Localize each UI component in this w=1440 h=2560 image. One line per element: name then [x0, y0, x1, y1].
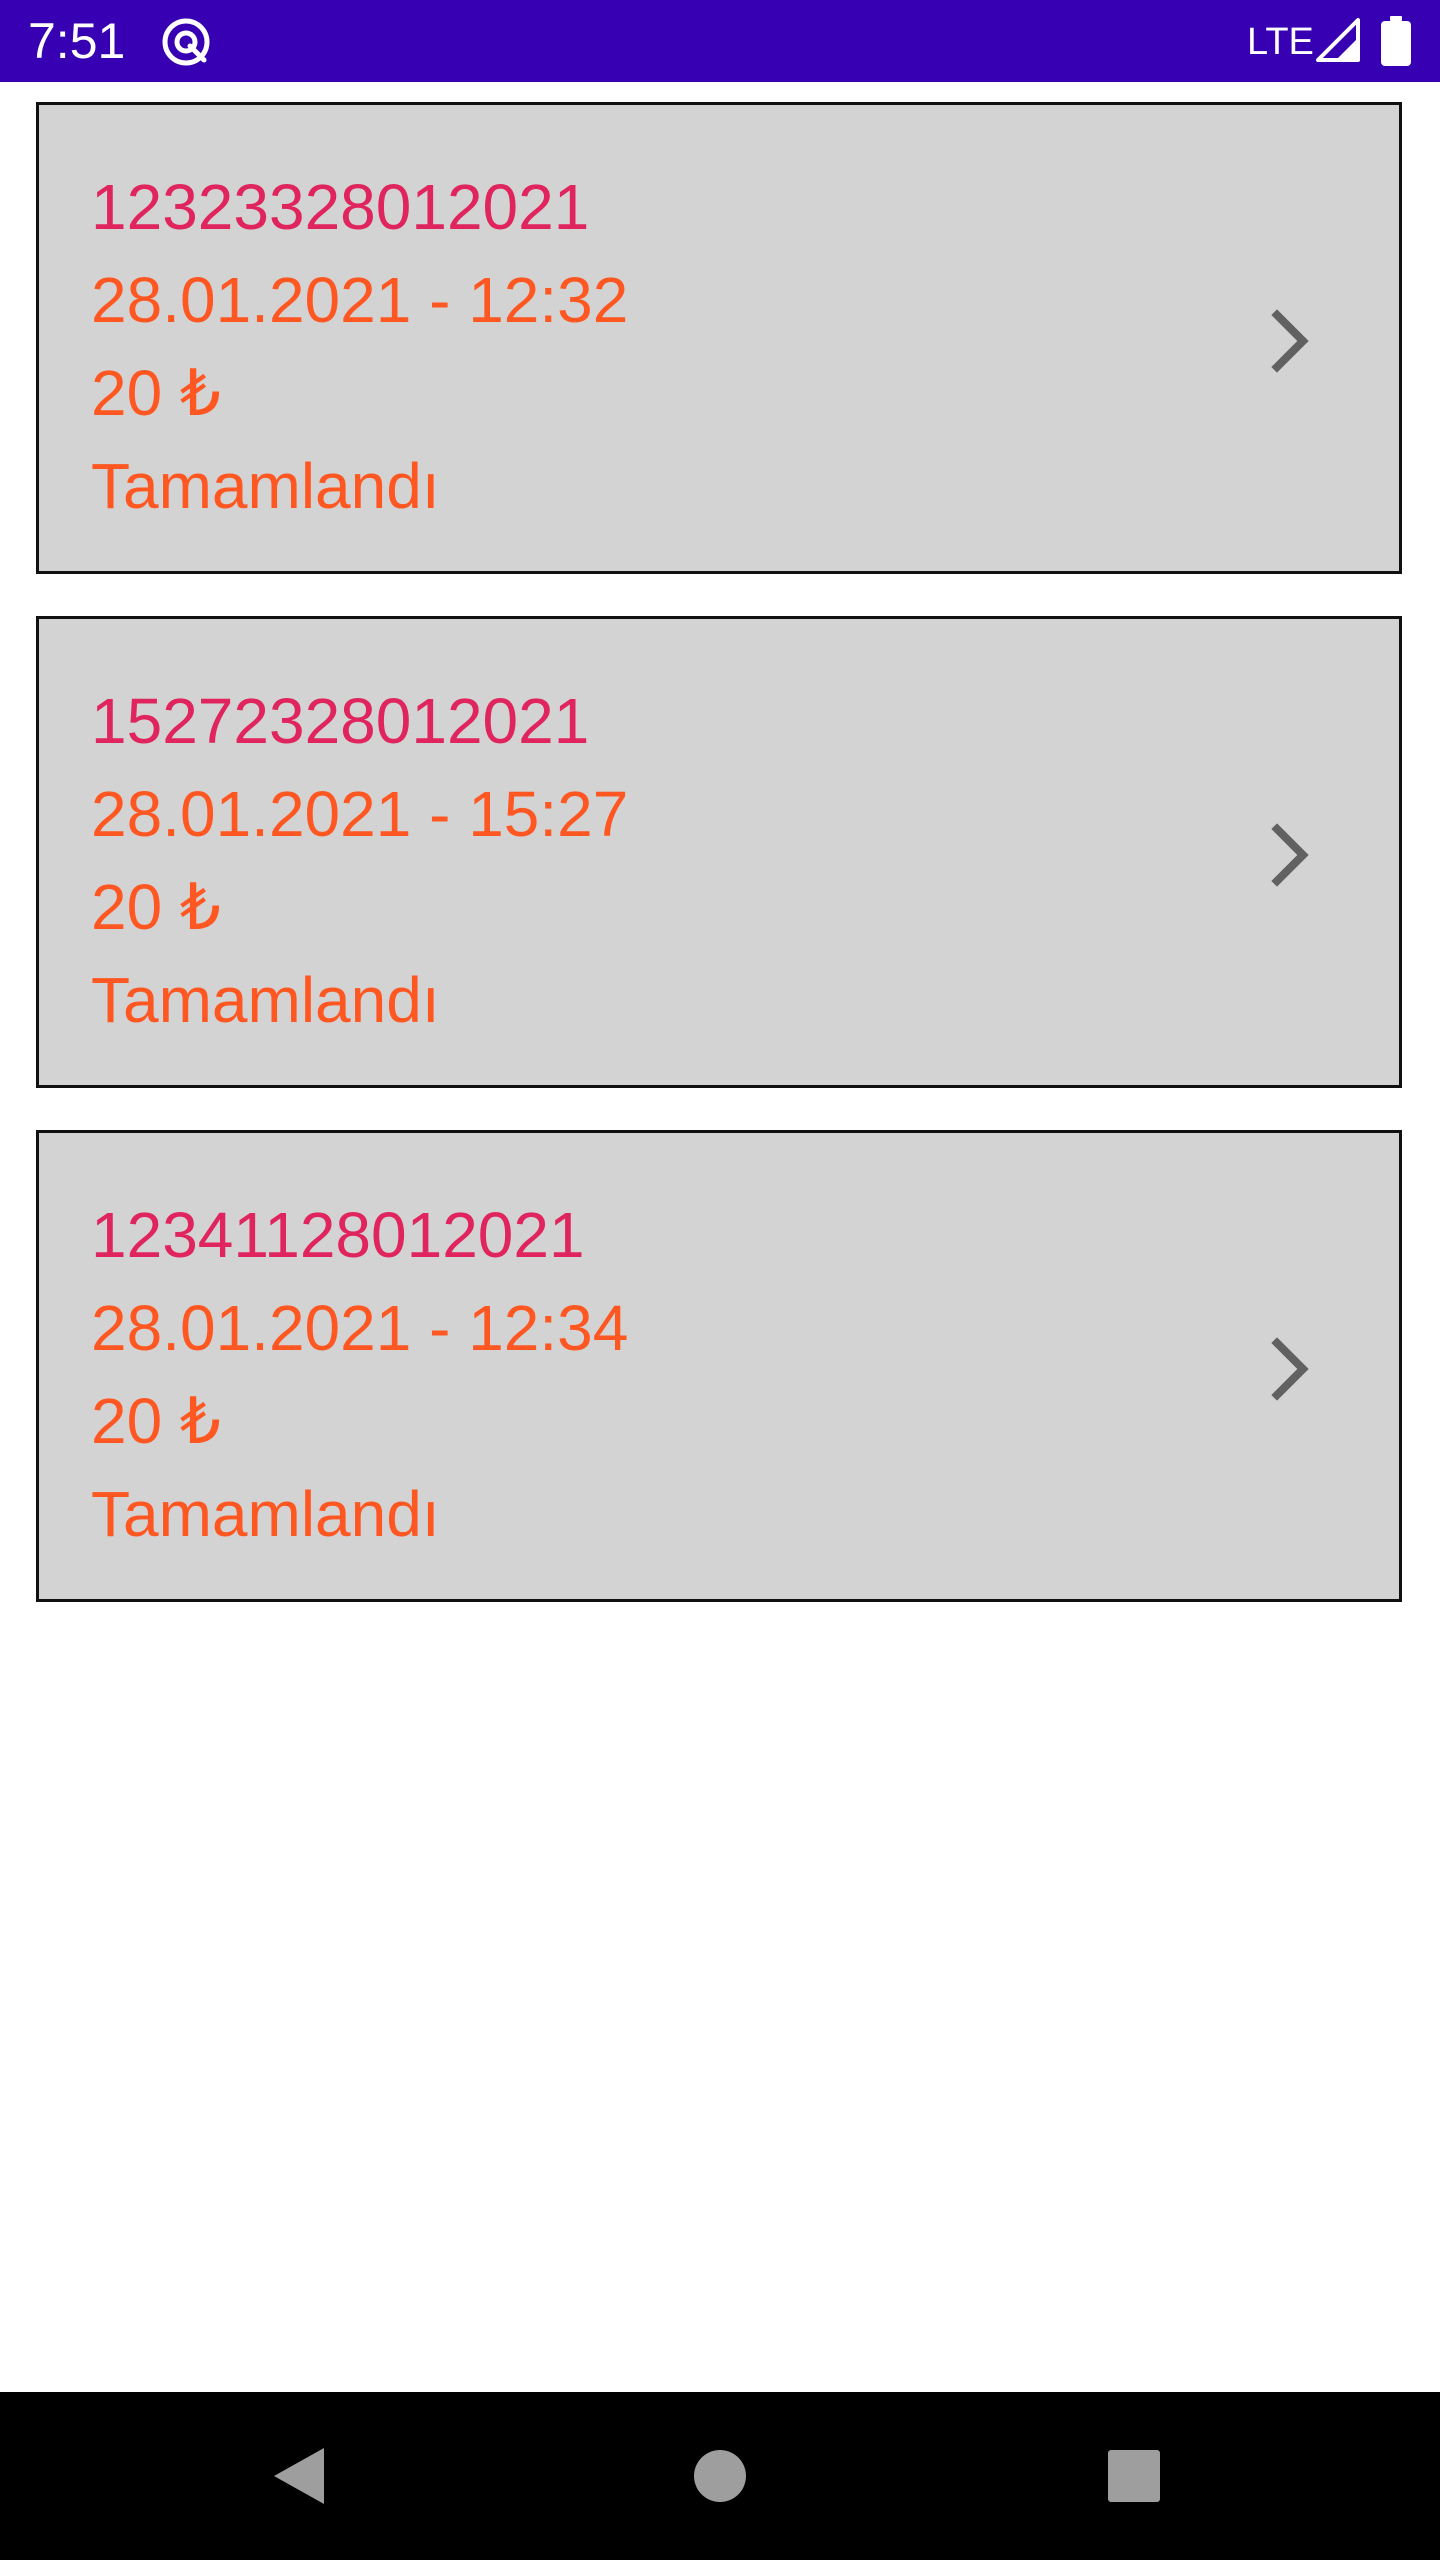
- order-id: 15272328012021: [91, 685, 590, 757]
- navigation-bar: [0, 2392, 1440, 2560]
- network-type-label: LTE: [1247, 21, 1314, 63]
- order-datetime: 28.01.2021 - 15:27: [91, 778, 629, 850]
- order-amount: 20 ₺: [91, 871, 221, 943]
- order-status: Tamamlandı: [91, 1478, 440, 1550]
- order-card[interactable]: 12323328012021 28.01.2021 - 12:32 20 ₺ T…: [36, 102, 1402, 574]
- order-card[interactable]: 12341128012021 28.01.2021 - 12:34 20 ₺ T…: [36, 1130, 1402, 1602]
- recents-icon[interactable]: [1094, 2436, 1174, 2516]
- order-datetime: 28.01.2021 - 12:32: [91, 264, 629, 336]
- home-icon[interactable]: [680, 2436, 760, 2516]
- chevron-right-icon[interactable]: [1253, 301, 1323, 381]
- order-card[interactable]: 15272328012021 28.01.2021 - 15:27 20 ₺ T…: [36, 616, 1402, 1088]
- status-time: 7:51: [28, 13, 126, 69]
- order-status: Tamamlandı: [91, 450, 440, 522]
- order-details: 12323328012021 28.01.2021 - 12:32 20 ₺ T…: [91, 161, 628, 533]
- order-id: 12341128012021: [91, 1199, 585, 1271]
- chevron-right-icon[interactable]: [1253, 815, 1323, 895]
- order-details: 12341128012021 28.01.2021 - 12:34 20 ₺ T…: [91, 1189, 628, 1561]
- battery-icon: [1381, 16, 1411, 66]
- order-details: 15272328012021 28.01.2021 - 15:27 20 ₺ T…: [91, 675, 628, 1047]
- status-bar: 7:51 LTE: [0, 0, 1440, 82]
- chevron-right-icon[interactable]: [1253, 1329, 1323, 1409]
- back-icon[interactable]: [262, 2436, 342, 2516]
- signal-icon: [1316, 18, 1360, 62]
- app-notification-icon: [162, 18, 210, 66]
- order-amount: 20 ₺: [91, 357, 221, 429]
- order-amount: 20 ₺: [91, 1385, 221, 1457]
- order-id: 12323328012021: [91, 171, 590, 243]
- order-status: Tamamlandı: [91, 964, 440, 1036]
- order-datetime: 28.01.2021 - 12:34: [91, 1292, 629, 1364]
